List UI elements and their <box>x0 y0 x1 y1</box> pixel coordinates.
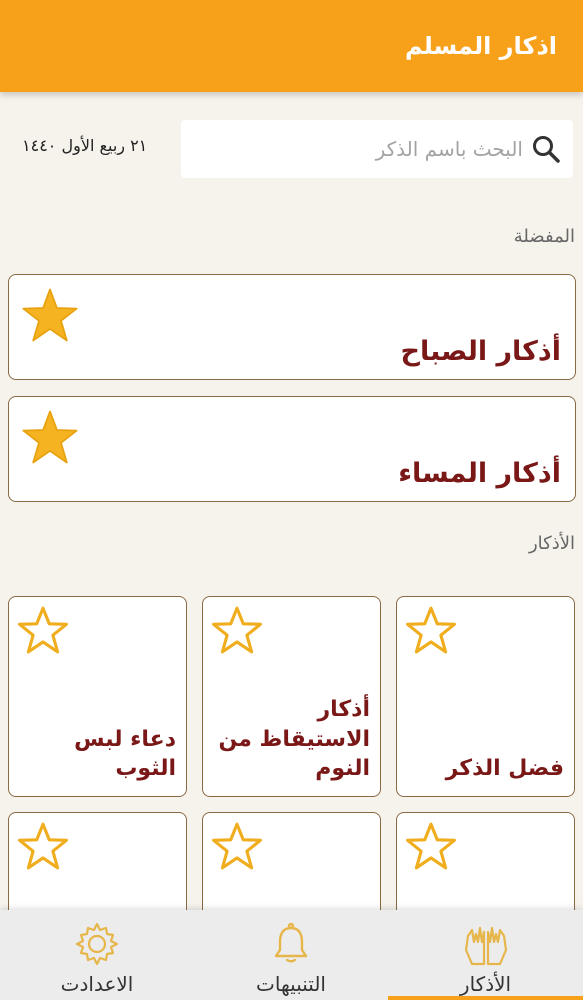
search-input[interactable] <box>203 137 523 161</box>
nav-settings[interactable]: الاعدادت <box>0 910 194 1000</box>
search-icon[interactable] <box>531 134 561 164</box>
nav-adhkar-label: الأذكار <box>459 972 512 996</box>
favorite-card-label: أذكار المساء <box>398 458 561 489</box>
search-row: ٢١ ربيع الأول ١٤٤٠ <box>0 120 583 178</box>
favorite-card-morning[interactable]: أذكار الصباح <box>8 274 576 380</box>
favorites-section-label: المفضلة <box>513 226 575 247</box>
star-outline-icon[interactable] <box>17 605 69 655</box>
app-title: اذكار المسلم <box>404 32 557 60</box>
star-outline-icon[interactable] <box>405 605 457 655</box>
gear-icon <box>75 922 119 966</box>
star-outline-icon[interactable] <box>405 821 457 871</box>
adhkar-tile-label: دعاء لبس الثوب <box>74 726 176 782</box>
bell-icon <box>274 922 308 963</box>
star-filled-icon[interactable] <box>21 287 79 343</box>
adhkar-tile[interactable]: دعاء لبس الثوب <box>8 596 187 797</box>
star-outline-icon[interactable] <box>211 821 263 871</box>
adhkar-tile[interactable]: أذكار الاستيقاظ من النوم <box>202 596 381 797</box>
adhkar-tile[interactable]: فضل الذكر <box>396 596 575 797</box>
star-filled-icon[interactable] <box>21 409 79 465</box>
app-bar: اذكار المسلم <box>0 0 583 92</box>
nav-alerts-label: التنبيهات <box>256 972 326 996</box>
star-outline-icon[interactable] <box>211 605 263 655</box>
search-box[interactable] <box>181 120 573 178</box>
praying-hands-icon <box>464 926 507 966</box>
bottom-nav: الاعدادت التنبيهات الأذكار <box>0 910 583 1000</box>
nav-settings-label: الاعدادت <box>60 972 134 996</box>
star-outline-icon[interactable] <box>17 821 69 871</box>
favorite-card-evening[interactable]: أذكار المساء <box>8 396 576 502</box>
date-label: ٢١ ربيع الأول ١٤٤٠ <box>22 136 148 155</box>
nav-alerts[interactable]: التنبيهات <box>194 910 388 1000</box>
adhkar-section-label: الأذكار <box>528 533 575 554</box>
nav-adhkar[interactable]: الأذكار <box>388 910 583 1000</box>
favorite-card-label: أذكار الصباح <box>400 336 561 367</box>
adhkar-tile-label: فضل الذكر <box>445 756 564 782</box>
adhkar-tile-label: أذكار الاستيقاظ من النوم <box>218 696 370 782</box>
